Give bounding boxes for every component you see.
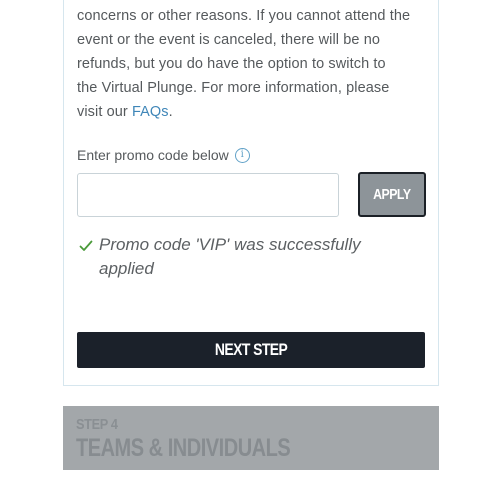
info-line-last: visit our FAQs.: [77, 100, 429, 124]
faqs-link[interactable]: FAQs: [132, 104, 169, 120]
promo-success-message: Promo code 'VIP' was successfully applie…: [79, 233, 419, 281]
info-line: refunds, but you do have the option to s…: [77, 56, 386, 72]
info-line-prefix: visit our: [77, 104, 132, 120]
apply-label: APPLY: [373, 186, 411, 203]
next-step-button[interactable]: NEXT STEP: [77, 332, 425, 368]
check-icon: [79, 240, 93, 251]
info-paragraph: concerns or other reasons. If you cannot…: [77, 4, 429, 124]
apply-promo-button[interactable]: APPLY: [358, 172, 426, 217]
info-line-suffix: .: [168, 104, 173, 120]
step-4-header[interactable]: STEP 4 TEAMS & INDIVIDUALS: [63, 406, 439, 470]
step-number: STEP 4: [76, 416, 118, 433]
promo-code-label-row: Enter promo code below i: [77, 147, 250, 163]
info-icon[interactable]: i: [234, 147, 250, 163]
info-line: concerns or other reasons. If you cannot…: [77, 8, 411, 24]
promo-code-label: Enter promo code below: [77, 147, 229, 163]
step-title: TEAMS & INDIVIDUALS: [76, 434, 291, 462]
promo-success-text: Promo code 'VIP' was successfully applie…: [99, 235, 361, 278]
next-step-label: NEXT STEP: [214, 340, 288, 359]
info-line: event or the event is canceled, there wi…: [77, 32, 381, 48]
promo-code-input[interactable]: [77, 173, 339, 217]
info-line: the Virtual Plunge. For more information…: [77, 80, 390, 96]
